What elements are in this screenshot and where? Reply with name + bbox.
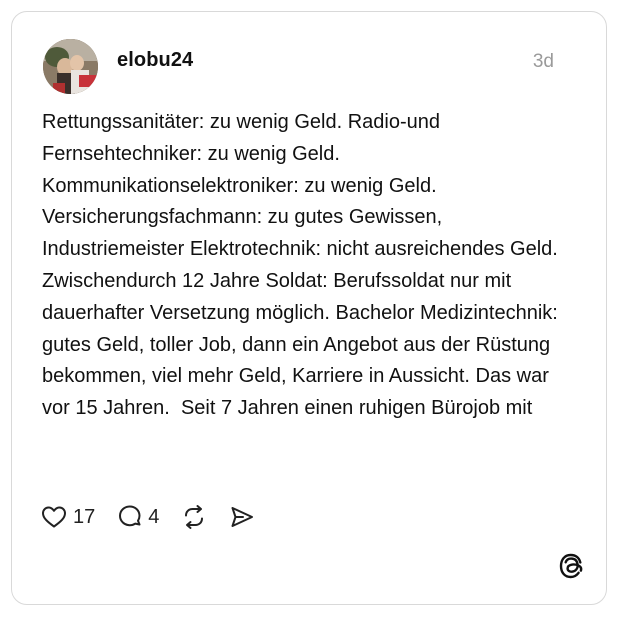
avatar[interactable]: [43, 39, 98, 94]
repost-button[interactable]: [181, 504, 207, 530]
timestamp: 3d: [532, 51, 554, 72]
share-button[interactable]: [229, 504, 255, 530]
share-icon: [231, 507, 254, 527]
reply-button[interactable]: 4: [117, 504, 159, 530]
reply-count: 4: [148, 505, 160, 528]
reply-icon: [119, 505, 141, 527]
heart-icon: [42, 506, 66, 528]
avatar-image: [43, 39, 98, 94]
post-card[interactable]: elobu24 3d Rettungssanitäter: zu wenig G…: [11, 11, 607, 605]
like-button[interactable]: 17: [41, 505, 95, 529]
action-bar: 17 4: [41, 500, 255, 534]
username[interactable]: elobu24: [117, 49, 193, 72]
post-text: Rettungssanitäter: zu wenig Geld. Radio-…: [42, 111, 564, 420]
repost-icon: [185, 505, 204, 529]
like-count: 17: [73, 505, 96, 528]
threads-logo-icon: [558, 552, 584, 580]
